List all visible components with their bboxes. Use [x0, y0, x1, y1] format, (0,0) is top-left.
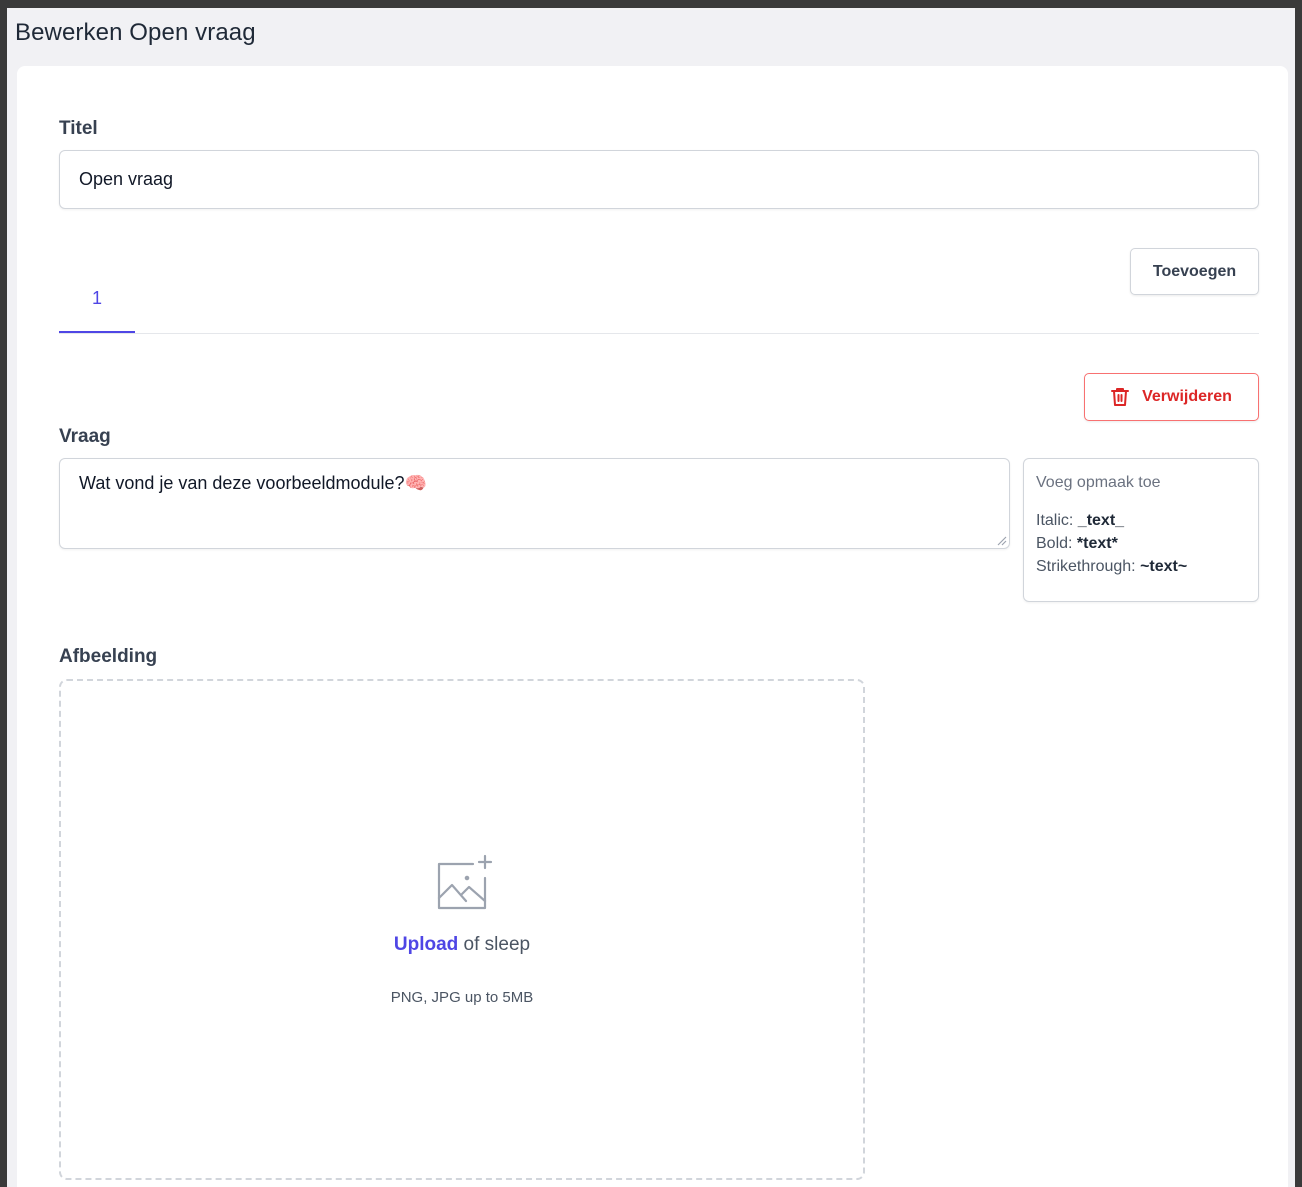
tab-divider — [59, 333, 1259, 334]
app-frame: Bewerken Open vraag Titel Toevoegen 1 Ve… — [0, 0, 1302, 1187]
formatting-help-title: Voeg opmaak toe — [1036, 474, 1161, 491]
titel-label: Titel — [59, 118, 98, 139]
tab-1[interactable]: 1 — [59, 266, 135, 334]
page-title: Bewerken Open vraag — [15, 19, 256, 46]
question-textarea[interactable]: Wat vond je van deze voorbeeldmodule?🧠 — [59, 458, 1010, 549]
format-strikethrough: Strikethrough: ~text~ — [1036, 558, 1188, 575]
titel-input[interactable] — [59, 150, 1259, 209]
add-tab-button[interactable]: Toevoegen — [1130, 248, 1259, 295]
upload-hint: PNG, JPG up to 5MB — [390, 989, 534, 1006]
image-dropzone[interactable]: Upload of sleep PNG, JPG up to 5MB — [59, 679, 865, 1180]
format-bold: Bold: *text* — [1036, 535, 1118, 552]
trash-icon — [1111, 387, 1130, 407]
image-add-icon — [433, 854, 493, 914]
upload-suffix: of sleep — [458, 934, 531, 955]
afbeelding-label: Afbeelding — [59, 646, 158, 667]
resize-handle-icon[interactable] — [995, 534, 1007, 546]
format-italic: Italic: _text_ — [1036, 512, 1125, 529]
upload-instructions: Upload of sleep — [61, 934, 863, 956]
question-text: Wat vond je van deze voorbeeldmodule?🧠 — [79, 473, 427, 493]
editor-card: Titel Toevoegen 1 Verwijderen Vraag Wat … — [17, 66, 1288, 1187]
upload-link[interactable]: Upload — [394, 934, 458, 955]
delete-question-label: Verwijderen — [1142, 388, 1232, 405]
vraag-label: Vraag — [59, 426, 111, 447]
delete-question-button[interactable]: Verwijderen — [1084, 373, 1259, 421]
formatting-help: Voeg opmaak toe Italic: _text_ Bold: *te… — [1023, 458, 1259, 602]
